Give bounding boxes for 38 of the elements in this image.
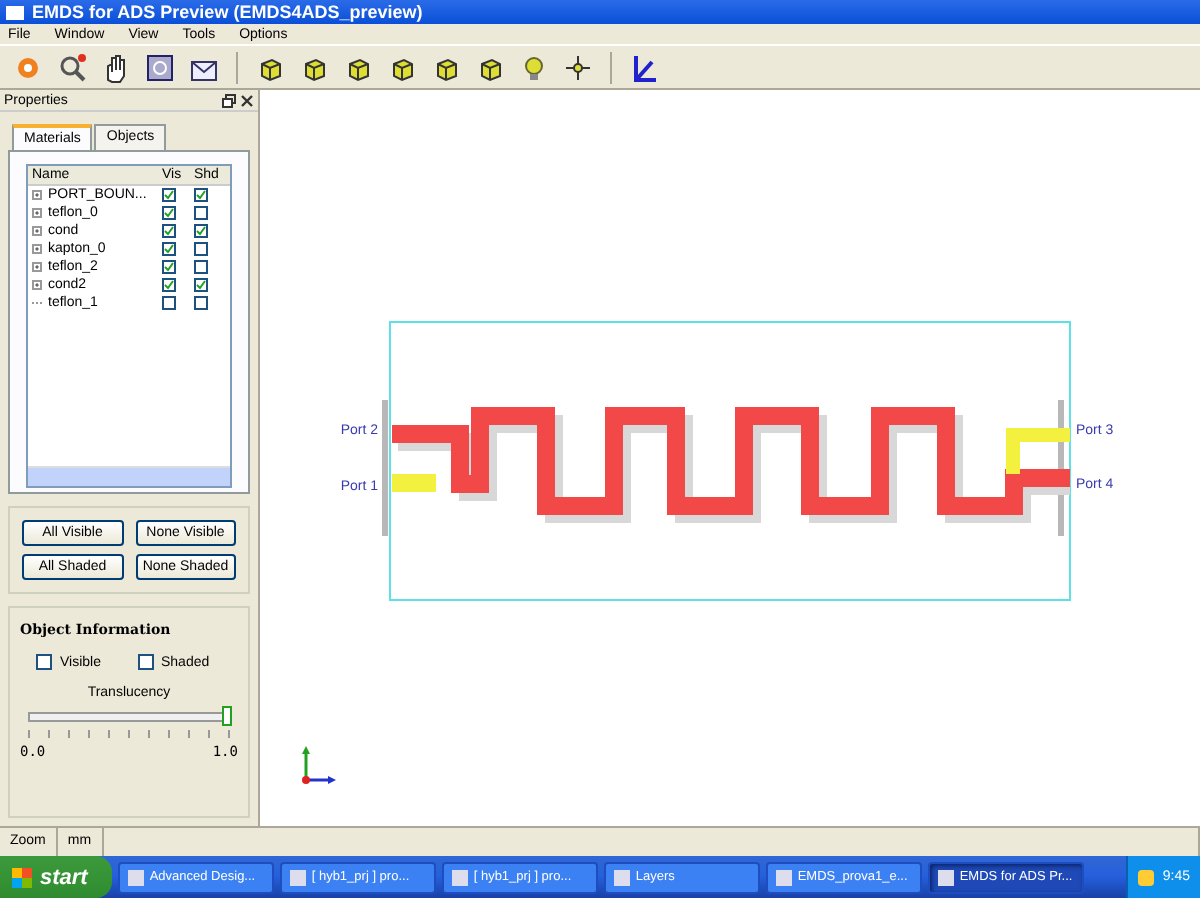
checkbox[interactable]: [36, 654, 52, 670]
window-icon: [937, 869, 954, 885]
expand-icon[interactable]: [32, 280, 42, 290]
expand-icon[interactable]: [32, 262, 42, 272]
window-icon: [127, 869, 144, 885]
slider-track[interactable]: [28, 712, 230, 722]
float-icon[interactable]: [222, 93, 236, 107]
expand-icon[interactable]: [32, 190, 42, 200]
start-button[interactable]: start: [0, 856, 112, 898]
horizontal-scrollbar[interactable]: [28, 466, 230, 486]
shaded-checkbox[interactable]: [194, 296, 208, 310]
expand-icon[interactable]: [32, 208, 42, 218]
visible-checkbox[interactable]: [162, 188, 176, 202]
shaded-checkbox[interactable]: [194, 224, 208, 238]
expand-icon[interactable]: [32, 226, 42, 236]
visible-checkbox[interactable]: [162, 278, 176, 292]
shaded-checkbox[interactable]: [194, 260, 208, 274]
close-icon[interactable]: [240, 93, 254, 107]
checkbox[interactable]: [137, 654, 153, 670]
app-icon: [6, 5, 24, 19]
axis-triad-icon: [302, 746, 336, 784]
visible-checkbox[interactable]: [162, 296, 176, 310]
flag-icon: [12, 867, 32, 887]
window-icon: [289, 869, 306, 885]
visible-checkbox[interactable]: [162, 224, 176, 238]
visible-checkbox[interactable]: [162, 242, 176, 256]
window-title: EMDS for ADS Preview (EMDS4ADS_preview): [32, 2, 423, 22]
visible-checkbox[interactable]: [162, 206, 176, 220]
shaded-checkbox[interactable]: [194, 242, 208, 256]
slider-thumb[interactable]: [222, 706, 232, 726]
shaded-checkbox[interactable]: [194, 206, 208, 220]
window-icon: [613, 869, 630, 885]
shaded-checkbox[interactable]: [194, 188, 208, 202]
shaded-checkbox[interactable]: [194, 278, 208, 292]
visible-checkbox[interactable]: [162, 260, 176, 274]
window-icon: [775, 869, 792, 885]
window-icon: [451, 869, 468, 885]
expand-icon[interactable]: [32, 244, 42, 254]
